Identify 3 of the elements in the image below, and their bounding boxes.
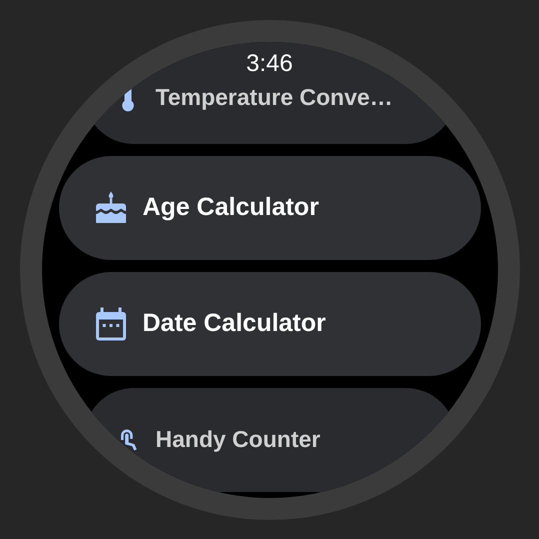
clock-time: 3:46 (246, 50, 293, 78)
app-chip[interactable]: Date Calculator (58, 272, 480, 376)
app-chip[interactable]: Age Calculator (58, 156, 480, 260)
